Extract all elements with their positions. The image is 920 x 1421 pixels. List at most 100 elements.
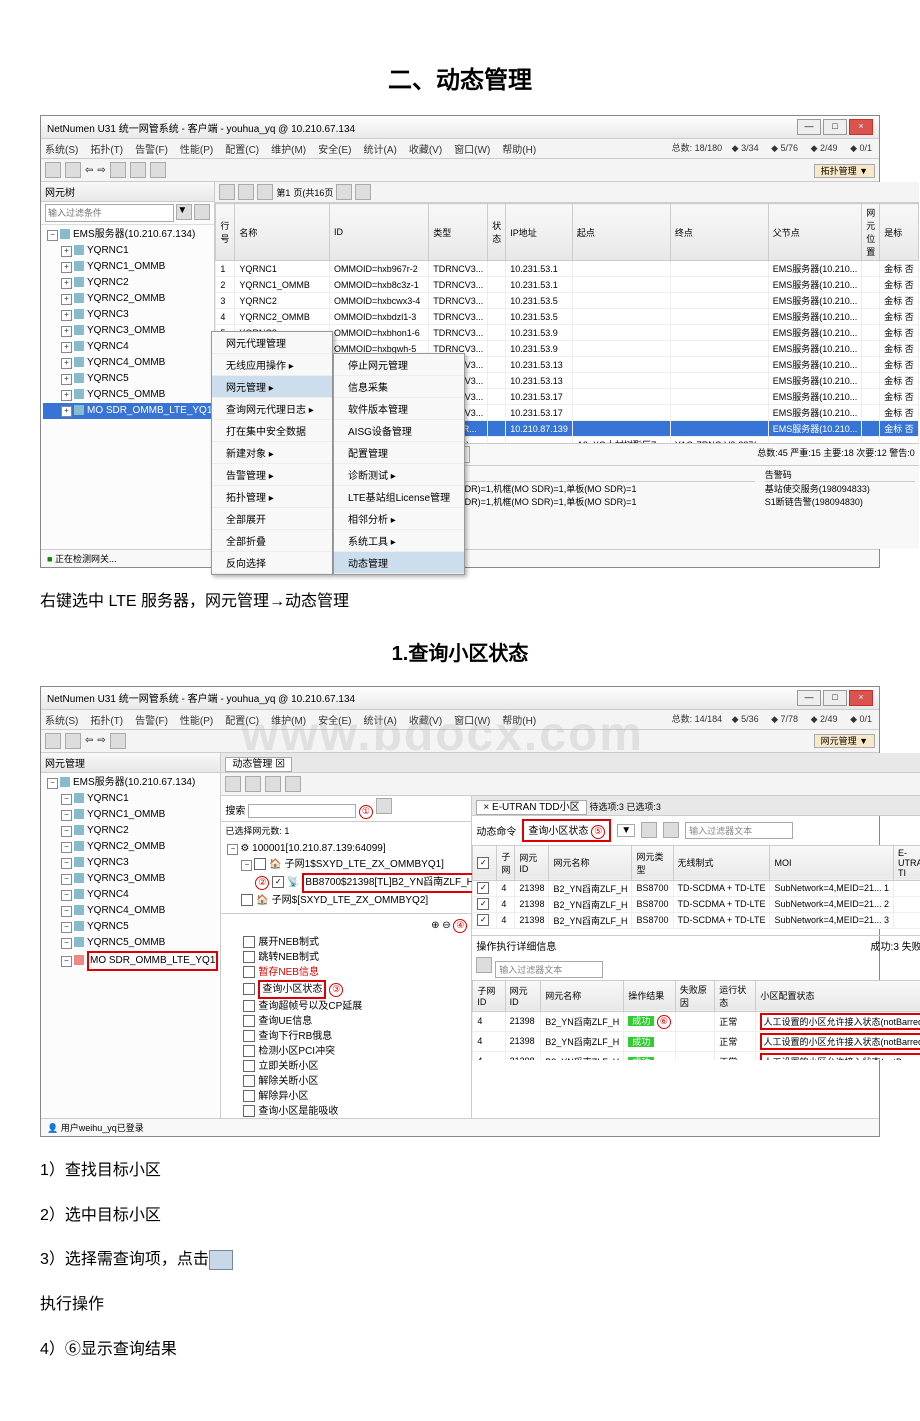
tree-subnet[interactable]: −🏠 子网1$SXYD_LTE_ZX_OMMBYQ1] (223, 857, 469, 873)
tree-node-selected[interactable]: +MO SDR_OMMB_LTE_YQ1 (43, 403, 212, 419)
tree-node[interactable]: +YQRNC2_OMMB (43, 291, 212, 307)
menu-item[interactable]: 查询网元代理日志 ▸ (212, 398, 332, 420)
tree-node[interactable]: +YQRNC2 (43, 275, 212, 291)
menu-item[interactable]: 收藏(V) (409, 141, 442, 156)
col-header[interactable]: 失败原因 (675, 980, 714, 1011)
col-header[interactable]: ID (329, 204, 428, 261)
op-item[interactable]: 检测小区PCI冲突 (223, 1044, 469, 1059)
col-header[interactable]: 网元ID (505, 980, 541, 1011)
filter-dropdown-icon[interactable]: ▼ (176, 204, 192, 220)
filter-apply-icon[interactable] (194, 204, 210, 220)
expand-all-icon[interactable]: ⊕ (431, 920, 439, 931)
view-switcher[interactable]: 网元管理 ▼ (814, 734, 875, 748)
op-item[interactable]: 查询UE信息 (223, 1014, 469, 1029)
filter-input[interactable]: 输入过滤器文本 (685, 822, 793, 839)
menu-item[interactable]: 系统工具 ▸ (334, 530, 464, 552)
toolbar-icon[interactable] (65, 162, 81, 178)
col-header[interactable]: IP地址 (506, 204, 573, 261)
toolbar-icon[interactable] (245, 776, 261, 792)
tree-node[interactable]: −YQRNC5 (43, 919, 218, 935)
toolbar-icon[interactable] (110, 733, 126, 749)
tree-node[interactable]: +YQRNC1 (43, 243, 212, 259)
nav-fwd-icon[interactable]: ⇨ (97, 165, 105, 176)
toolbar-icon[interactable] (265, 776, 281, 792)
op-item[interactable]: 查询超帧号以及CP延展 (223, 999, 469, 1014)
tree-node[interactable]: +YQRNC3 (43, 307, 212, 323)
menu-item[interactable]: 全部展开 (212, 508, 332, 530)
tree-node[interactable]: −YQRNC1_OMMB (43, 807, 218, 823)
collapse-all-icon[interactable]: ⊖ (442, 920, 450, 931)
col-header[interactable]: 是标 (880, 204, 919, 261)
menu-item[interactable]: 配置(C) (225, 141, 259, 156)
menu-item[interactable]: 信息采集 (334, 376, 464, 398)
col-header[interactable]: 父节点 (768, 204, 862, 261)
tree-node[interactable]: +YQRNC4 (43, 339, 212, 355)
menu-item[interactable]: 相邻分析 ▸ (334, 508, 464, 530)
col-header[interactable]: 终点 (670, 204, 768, 261)
col-header[interactable]: 类型 (429, 204, 488, 261)
col-header[interactable]: 运行状态 (715, 980, 756, 1011)
menu-item[interactable]: LTE基站组License管理 (334, 486, 464, 508)
col-header[interactable]: E-UTRAN TI (894, 845, 920, 880)
op-item-query-cell-status[interactable]: 查询小区状态 ③ (223, 980, 469, 999)
menu-item[interactable]: 安全(E) (318, 141, 351, 156)
menu-item[interactable]: 网元代理管理 (212, 332, 332, 354)
tree-node[interactable]: +YQRNC5 (43, 371, 212, 387)
menu-item-dynamic-manage[interactable]: 动态管理 (334, 552, 464, 574)
col-header[interactable]: 网元名称 (549, 845, 632, 880)
toolbar-icon[interactable] (663, 822, 679, 838)
refresh-icon[interactable] (219, 184, 235, 200)
op-item[interactable]: 解除异小区 (223, 1089, 469, 1104)
menu-item[interactable]: 告警(F) (135, 712, 168, 727)
table-row[interactable]: 3YQRNC2OMMOID=hxbcwx3-4TDRNCV3...10.231.… (216, 293, 918, 309)
menu-item[interactable]: 新建对象 ▸ (212, 442, 332, 464)
tree-node[interactable]: −YQRNC2 (43, 823, 218, 839)
col-header[interactable]: 无线制式 (673, 845, 770, 880)
col-header[interactable]: 起点 (572, 204, 670, 261)
menu-item[interactable]: 拓扑管理 ▸ (212, 486, 332, 508)
cmd-value[interactable]: 查询小区状态 (528, 826, 588, 837)
tree-node[interactable]: −YQRNC4_OMMB (43, 903, 218, 919)
toolbar-icon[interactable] (150, 162, 166, 178)
menu-item[interactable]: 统计(A) (363, 141, 396, 156)
op-item[interactable]: 跳转NEB制式 (223, 950, 469, 965)
col-header[interactable]: 行号 (216, 204, 235, 261)
cmd-dropdown-icon[interactable]: ▼ (617, 824, 635, 837)
toolbar-icon[interactable] (285, 776, 301, 792)
tree-filter-input[interactable] (45, 204, 174, 222)
search-go-icon[interactable] (376, 798, 392, 814)
op-item[interactable]: 暂存NEB信息 (223, 965, 469, 980)
col-header[interactable]: 操作结果 (624, 980, 676, 1011)
first-page-icon[interactable] (238, 184, 254, 200)
close-button[interactable]: × (849, 119, 873, 135)
op-item[interactable]: 查询小区是能吸收 (223, 1104, 469, 1118)
col-header[interactable]: 子网ID (473, 980, 505, 1011)
menu-item[interactable]: 帮助(H) (502, 141, 536, 156)
menu-item[interactable]: 拓扑(T) (90, 141, 123, 156)
nav-back-icon[interactable]: ⇦ (85, 165, 93, 176)
tree-node[interactable]: −YQRNC1 (43, 791, 218, 807)
menu-item[interactable]: 帮助(H) (502, 712, 536, 727)
table-row[interactable]: 421398B2_YN舀南ZLF_HBS8700TD-SCDMA + TD-LT… (473, 896, 920, 912)
nav-back-icon[interactable]: ⇦ (85, 735, 93, 746)
tree-root[interactable]: −EMS服务器(10.210.67.134) (43, 227, 212, 243)
table-row[interactable]: 421398B2_YN舀南ZLF_HBS8700TD-SCDMA + TD-LT… (473, 912, 920, 928)
col-header[interactable]: 小区配置状态 (756, 980, 920, 1011)
toolbar-icon[interactable] (45, 733, 61, 749)
toolbar-icon[interactable] (45, 162, 61, 178)
tree-node[interactable]: +YQRNC1_OMMB (43, 259, 212, 275)
tree-bb-node[interactable]: ② 📡 BB8700$21398[TL]B2_YN舀南ZLF_H] (223, 873, 469, 893)
table-row[interactable]: 421398B2_YN舀南ZLF_HBS8700TD-SCDMA + TD-LT… (473, 880, 920, 896)
menu-item[interactable]: 配置(C) (225, 712, 259, 727)
tab-eutran[interactable]: × E-UTRAN TDD小区 (476, 800, 586, 815)
op-item[interactable]: 展开NEB制式 (223, 935, 469, 950)
result-filter-input[interactable]: 输入过滤器文本 (495, 961, 603, 978)
col-header[interactable]: MOI (770, 845, 894, 880)
table-row[interactable]: 2YQRNC1_OMMBOMMOID=hxb8c3z-1TDRNCV3...10… (216, 277, 918, 293)
tree-subnet[interactable]: 🏠 子网$[SXYD_LTE_ZX_OMMBYQ2] (223, 893, 469, 909)
op-item[interactable]: 查询下行RB俄息 (223, 1029, 469, 1044)
tree-node[interactable]: −YQRNC2_OMMB (43, 839, 218, 855)
minimize-button[interactable]: — (797, 690, 821, 706)
refresh-icon[interactable] (110, 162, 126, 178)
col-header[interactable]: 网元位置 (862, 204, 880, 261)
